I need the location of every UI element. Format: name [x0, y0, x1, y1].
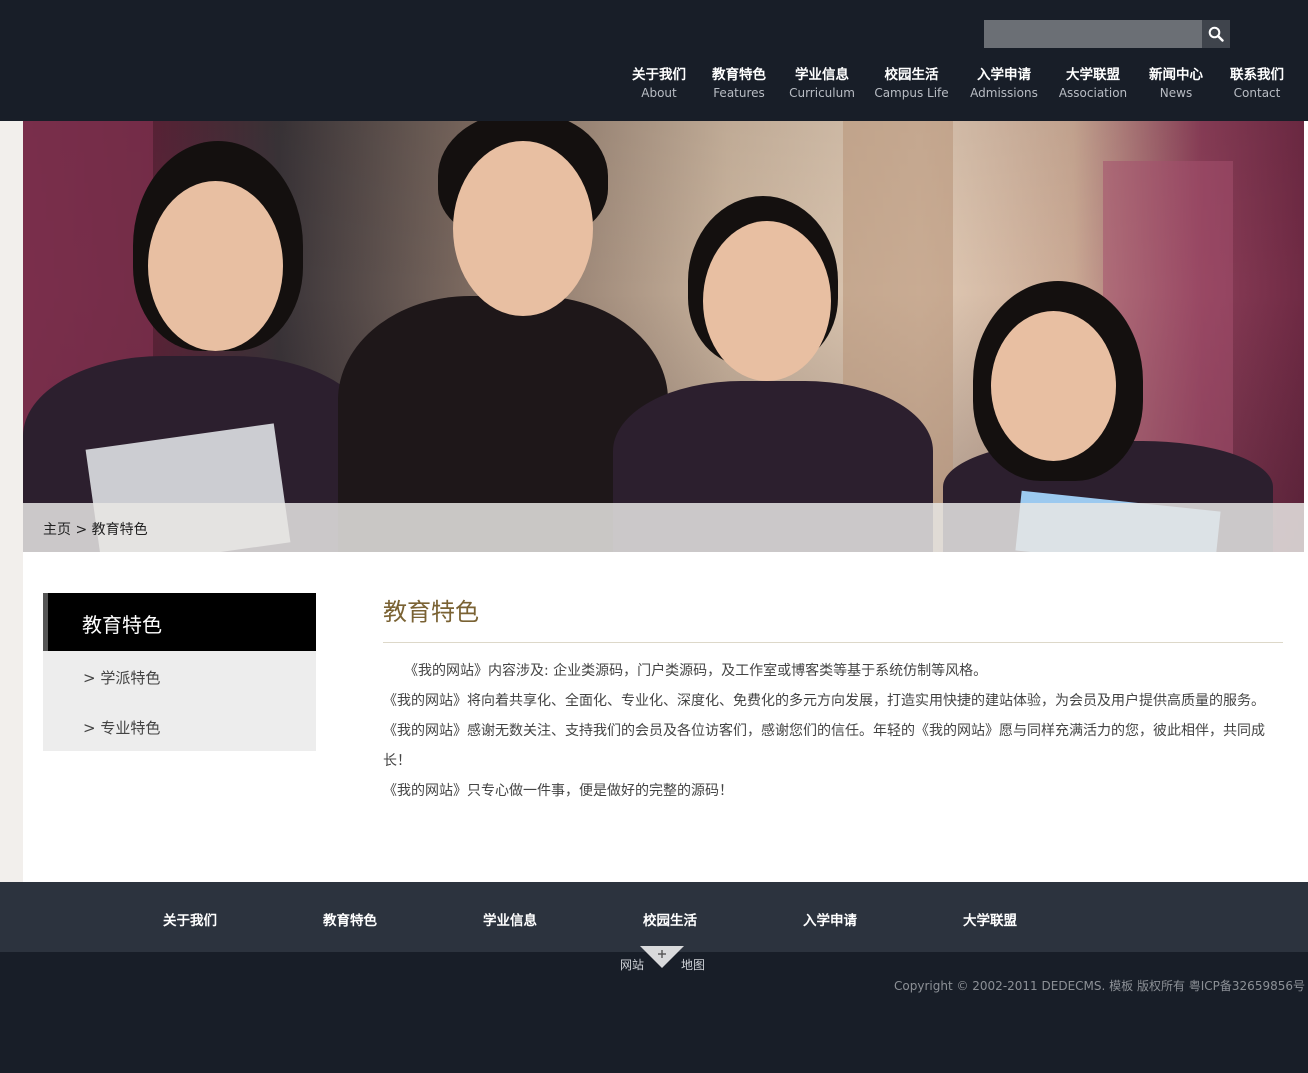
nav-label-zh: 新闻中心	[1149, 67, 1203, 83]
search-input[interactable]	[984, 20, 1202, 48]
nav-item-about[interactable]: 关于我们 About	[630, 66, 688, 102]
nav-label-en: Admissions	[970, 86, 1038, 100]
student-4-face	[991, 311, 1116, 461]
nav-label-en: News	[1159, 86, 1193, 100]
search-box	[984, 20, 1230, 48]
search-icon	[1208, 26, 1224, 42]
nav-label-en: Features	[713, 86, 765, 100]
student-1-face	[148, 181, 283, 351]
breadcrumb: 主页 > 教育特色	[43, 519, 148, 539]
nav-item-curriculum[interactable]: 学业信息 Curriculum	[789, 66, 855, 102]
breadcrumb-current-link[interactable]: 教育特色	[92, 522, 148, 538]
footer-link-about[interactable]: 关于我们	[163, 909, 217, 929]
sitemap-link-left[interactable]: 网站	[620, 956, 644, 973]
page-title: 教育特色	[383, 598, 479, 626]
footer-nav: 关于我们 教育特色 学业信息 校园生活 入学申请 大学联盟	[0, 882, 1308, 952]
sidebar-title-text: 教育特色	[82, 613, 162, 637]
sitemap-link-right[interactable]: 地图	[681, 956, 705, 973]
title-divider	[383, 642, 1283, 643]
nav-label-zh: 入学申请	[977, 67, 1031, 83]
article-paragraph: 《我的网站》将向着共享化、全面化、专业化、深度化、免费化的多元方向发展，打造实用…	[383, 693, 1265, 709]
copyright-text: Copyright © 2002-2011 DEDECMS. 模板 版权所有 粤…	[894, 979, 1305, 993]
nav-label-zh: 学业信息	[795, 67, 849, 83]
footer-link-association[interactable]: 大学联盟	[963, 909, 1017, 929]
nav-item-admissions[interactable]: 入学申请 Admissions	[968, 66, 1040, 102]
sidebar-menu: > 学派特色 > 专业特色	[43, 651, 316, 751]
nav-label-zh: 校园生活	[884, 67, 939, 83]
student-2-face	[453, 141, 593, 316]
nav-item-contact[interactable]: 联系我们 Contact	[1228, 66, 1286, 102]
nav-label-en: Association	[1058, 86, 1128, 100]
article-paragraph: 《我的网站》内容涉及: 企业类源码，门户类源码，及工作室或博客类等基于系统仿制等…	[383, 663, 988, 679]
nav-item-association[interactable]: 大学联盟 Association	[1058, 66, 1128, 102]
nav-label-zh: 联系我们	[1230, 67, 1284, 83]
breadcrumb-bar: 主页 > 教育特色	[23, 503, 1304, 552]
nav-label-zh: 大学联盟	[1066, 67, 1120, 83]
student-3-face	[703, 221, 831, 381]
article-paragraph: 《我的网站》感谢无数关注、支持我们的会员及各位访客们，感谢您们的信任。年轻的《我…	[383, 723, 1265, 769]
nav-label-en: Campus Life	[874, 86, 949, 100]
search-button[interactable]	[1202, 20, 1230, 48]
nav-item-campus-life[interactable]: 校园生活 Campus Life	[874, 66, 949, 102]
sidebar-item-major-features[interactable]: > 专业特色	[83, 717, 160, 738]
breadcrumb-separator: >	[71, 522, 92, 538]
nav-label-zh: 教育特色	[712, 67, 766, 83]
nav-item-features[interactable]: 教育特色 Features	[710, 66, 768, 102]
footer-link-features[interactable]: 教育特色	[323, 909, 377, 929]
main-nav: 关于我们 About 教育特色 Features 学业信息 Curriculum…	[0, 66, 1308, 106]
nav-label-zh: 关于我们	[632, 67, 686, 83]
breadcrumb-home-link[interactable]: 主页	[43, 522, 71, 538]
sitemap-toggle-icon[interactable]	[640, 946, 684, 968]
nav-label-en: Contact	[1233, 86, 1281, 100]
nav-item-news[interactable]: 新闻中心 News	[1147, 66, 1205, 102]
site-header: 关于我们 About 教育特色 Features 学业信息 Curriculum…	[0, 0, 1308, 121]
nav-label-en: Curriculum	[789, 86, 855, 100]
footer-link-campus-life[interactable]: 校园生活	[643, 909, 697, 929]
article-body: 《我的网站》内容涉及: 企业类源码，门户类源码，及工作室或博客类等基于系统仿制等…	[383, 656, 1288, 806]
sidebar-title: 教育特色	[43, 593, 316, 651]
article-paragraph: 《我的网站》只专心做一件事，便是做好的完整的源码！	[383, 783, 733, 799]
nav-label-en: About	[641, 86, 677, 100]
footer-link-curriculum[interactable]: 学业信息	[483, 909, 537, 929]
footer-link-admissions[interactable]: 入学申请	[803, 909, 857, 929]
sidebar-item-school-features[interactable]: > 学派特色	[83, 667, 160, 688]
banner-image	[23, 121, 1304, 552]
